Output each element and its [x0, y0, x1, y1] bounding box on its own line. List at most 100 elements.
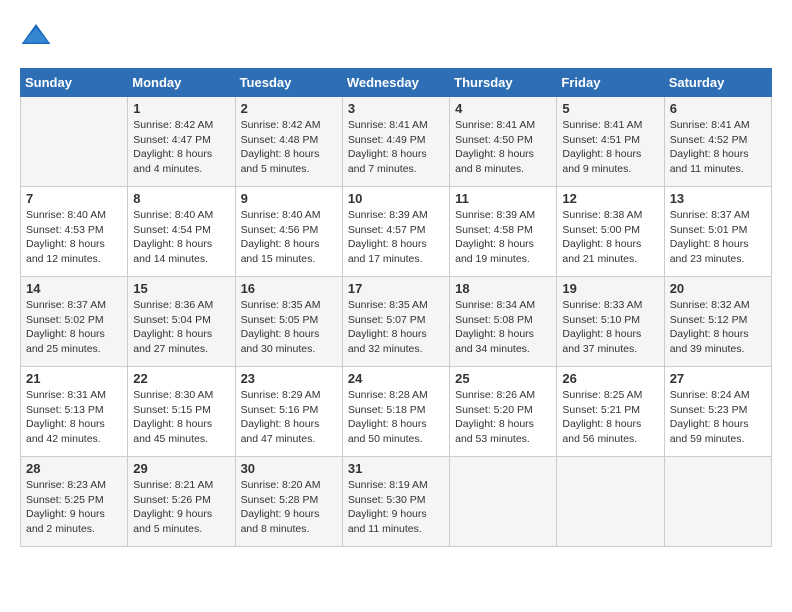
day-info: Sunrise: 8:23 AM Sunset: 5:25 PM Dayligh… — [26, 478, 122, 537]
day-info: Sunrise: 8:29 AM Sunset: 5:16 PM Dayligh… — [241, 388, 337, 447]
calendar-cell: 23 Sunrise: 8:29 AM Sunset: 5:16 PM Dayli… — [235, 367, 342, 457]
calendar-cell: 9Sunrise: 8:40 AM Sunset: 4:56 PM Daylig… — [235, 187, 342, 277]
day-number: 14 — [26, 281, 122, 296]
day-info: Sunrise: 8:24 AM Sunset: 5:23 PM Dayligh… — [670, 388, 766, 447]
weekday-header-sunday: Sunday — [21, 69, 128, 97]
day-number: 27 — [670, 371, 766, 386]
header — [20, 20, 772, 52]
day-number: 1 — [133, 101, 229, 116]
day-info: Sunrise: 8:42 AM Sunset: 4:48 PM Dayligh… — [241, 118, 337, 177]
day-info: Sunrise: 8:30 AM Sunset: 5:15 PM Dayligh… — [133, 388, 229, 447]
calendar-cell: 6 Sunrise: 8:41 AM Sunset: 4:52 PM Daylig… — [664, 97, 771, 187]
day-info: Sunrise: 8:34 AM Sunset: 5:08 PM Dayligh… — [455, 298, 551, 357]
calendar-cell: 26 Sunrise: 8:25 AM Sunset: 5:21 PM Dayli… — [557, 367, 664, 457]
day-info: Sunrise: 8:42 AM Sunset: 4:47 PM Dayligh… — [133, 118, 229, 177]
day-number: 18 — [455, 281, 551, 296]
day-info: Sunrise: 8:40 AM Sunset: 4:54 PM Dayligh… — [133, 208, 229, 267]
calendar-cell: 3 Sunrise: 8:41 AM Sunset: 4:49 PM Daylig… — [342, 97, 449, 187]
calendar-cell: 11 Sunrise: 8:39 AM Sunset: 4:58 PM Dayli… — [450, 187, 557, 277]
day-number: 30 — [241, 461, 337, 476]
day-number: 25 — [455, 371, 551, 386]
calendar-cell: 22 Sunrise: 8:30 AM Sunset: 5:15 PM Dayli… — [128, 367, 235, 457]
day-info: Sunrise: 8:26 AM Sunset: 5:20 PM Dayligh… — [455, 388, 551, 447]
day-number: 6 — [670, 101, 766, 116]
calendar-cell: 1 Sunrise: 8:42 AM Sunset: 4:47 PM Daylig… — [128, 97, 235, 187]
calendar-cell — [21, 97, 128, 187]
day-number: 9 — [241, 191, 337, 206]
day-number: 2 — [241, 101, 337, 116]
day-number: 13 — [670, 191, 766, 206]
day-number: 7 — [26, 191, 122, 206]
calendar-week-row: 7 Sunrise: 8:40 AM Sunset: 4:53 PM Daylig… — [21, 187, 772, 277]
calendar-cell: 15 Sunrise: 8:36 AM Sunset: 5:04 PM Dayli… — [128, 277, 235, 367]
calendar-cell: 8 Sunrise: 8:40 AM Sunset: 4:54 PM Daylig… — [128, 187, 235, 277]
calendar-week-row: 14Sunrise: 8:37 AM Sunset: 5:02 PM Dayli… — [21, 277, 772, 367]
day-number: 29 — [133, 461, 229, 476]
day-number: 8 — [133, 191, 229, 206]
calendar-cell: 16Sunrise: 8:35 AM Sunset: 5:05 PM Dayli… — [235, 277, 342, 367]
calendar-cell — [664, 457, 771, 547]
calendar-cell: 20 Sunrise: 8:32 AM Sunset: 5:12 PM Dayli… — [664, 277, 771, 367]
calendar-cell: 4 Sunrise: 8:41 AM Sunset: 4:50 PM Daylig… — [450, 97, 557, 187]
weekday-header-friday: Friday — [557, 69, 664, 97]
calendar-cell: 27 Sunrise: 8:24 AM Sunset: 5:23 PM Dayli… — [664, 367, 771, 457]
day-info: Sunrise: 8:41 AM Sunset: 4:50 PM Dayligh… — [455, 118, 551, 177]
day-number: 28 — [26, 461, 122, 476]
day-info: Sunrise: 8:21 AM Sunset: 5:26 PM Dayligh… — [133, 478, 229, 537]
calendar-cell: 12 Sunrise: 8:38 AM Sunset: 5:00 PM Dayli… — [557, 187, 664, 277]
weekday-header-saturday: Saturday — [664, 69, 771, 97]
day-info: Sunrise: 8:35 AM Sunset: 5:07 PM Dayligh… — [348, 298, 444, 357]
day-info: Sunrise: 8:38 AM Sunset: 5:00 PM Dayligh… — [562, 208, 658, 267]
day-info: Sunrise: 8:41 AM Sunset: 4:49 PM Dayligh… — [348, 118, 444, 177]
day-number: 5 — [562, 101, 658, 116]
day-info: Sunrise: 8:37 AM Sunset: 5:01 PM Dayligh… — [670, 208, 766, 267]
calendar-cell: 13 Sunrise: 8:37 AM Sunset: 5:01 PM Dayli… — [664, 187, 771, 277]
day-number: 10 — [348, 191, 444, 206]
day-number: 11 — [455, 191, 551, 206]
calendar-cell: 7 Sunrise: 8:40 AM Sunset: 4:53 PM Daylig… — [21, 187, 128, 277]
calendar-cell: 28 Sunrise: 8:23 AM Sunset: 5:25 PM Dayli… — [21, 457, 128, 547]
day-number: 23 — [241, 371, 337, 386]
day-info: Sunrise: 8:39 AM Sunset: 4:57 PM Dayligh… — [348, 208, 444, 267]
day-number: 3 — [348, 101, 444, 116]
calendar-cell — [450, 457, 557, 547]
day-info: Sunrise: 8:36 AM Sunset: 5:04 PM Dayligh… — [133, 298, 229, 357]
day-number: 26 — [562, 371, 658, 386]
day-info: Sunrise: 8:33 AM Sunset: 5:10 PM Dayligh… — [562, 298, 658, 357]
day-number: 17 — [348, 281, 444, 296]
day-info: Sunrise: 8:35 AM Sunset: 5:05 PM Dayligh… — [241, 298, 337, 357]
day-number: 21 — [26, 371, 122, 386]
logo-icon — [20, 20, 52, 52]
day-info: Sunrise: 8:31 AM Sunset: 5:13 PM Dayligh… — [26, 388, 122, 447]
day-number: 4 — [455, 101, 551, 116]
day-info: Sunrise: 8:39 AM Sunset: 4:58 PM Dayligh… — [455, 208, 551, 267]
day-number: 19 — [562, 281, 658, 296]
calendar-cell: 17 Sunrise: 8:35 AM Sunset: 5:07 PM Dayli… — [342, 277, 449, 367]
day-number: 15 — [133, 281, 229, 296]
calendar-cell: 31 Sunrise: 8:19 AM Sunset: 5:30 PM Dayli… — [342, 457, 449, 547]
day-number: 12 — [562, 191, 658, 206]
weekday-header-row: SundayMondayTuesdayWednesdayThursdayFrid… — [21, 69, 772, 97]
day-info: Sunrise: 8:40 AM Sunset: 4:53 PM Dayligh… — [26, 208, 122, 267]
day-info: Sunrise: 8:41 AM Sunset: 4:51 PM Dayligh… — [562, 118, 658, 177]
calendar-week-row: 28 Sunrise: 8:23 AM Sunset: 5:25 PM Dayli… — [21, 457, 772, 547]
calendar-cell: 24Sunrise: 8:28 AM Sunset: 5:18 PM Dayli… — [342, 367, 449, 457]
calendar-cell: 29 Sunrise: 8:21 AM Sunset: 5:26 PM Dayli… — [128, 457, 235, 547]
calendar-cell — [557, 457, 664, 547]
calendar-cell: 30Sunrise: 8:20 AM Sunset: 5:28 PM Dayli… — [235, 457, 342, 547]
day-info: Sunrise: 8:41 AM Sunset: 4:52 PM Dayligh… — [670, 118, 766, 177]
calendar-cell: 25 Sunrise: 8:26 AM Sunset: 5:20 PM Dayli… — [450, 367, 557, 457]
day-number: 22 — [133, 371, 229, 386]
day-info: Sunrise: 8:19 AM Sunset: 5:30 PM Dayligh… — [348, 478, 444, 537]
day-info: Sunrise: 8:25 AM Sunset: 5:21 PM Dayligh… — [562, 388, 658, 447]
calendar-cell: 5 Sunrise: 8:41 AM Sunset: 4:51 PM Daylig… — [557, 97, 664, 187]
day-number: 20 — [670, 281, 766, 296]
weekday-header-monday: Monday — [128, 69, 235, 97]
logo — [20, 20, 54, 52]
calendar-table: SundayMondayTuesdayWednesdayThursdayFrid… — [20, 68, 772, 547]
weekday-header-thursday: Thursday — [450, 69, 557, 97]
day-info: Sunrise: 8:28 AM Sunset: 5:18 PM Dayligh… — [348, 388, 444, 447]
day-number: 31 — [348, 461, 444, 476]
calendar-cell: 10 Sunrise: 8:39 AM Sunset: 4:57 PM Dayli… — [342, 187, 449, 277]
day-info: Sunrise: 8:32 AM Sunset: 5:12 PM Dayligh… — [670, 298, 766, 357]
